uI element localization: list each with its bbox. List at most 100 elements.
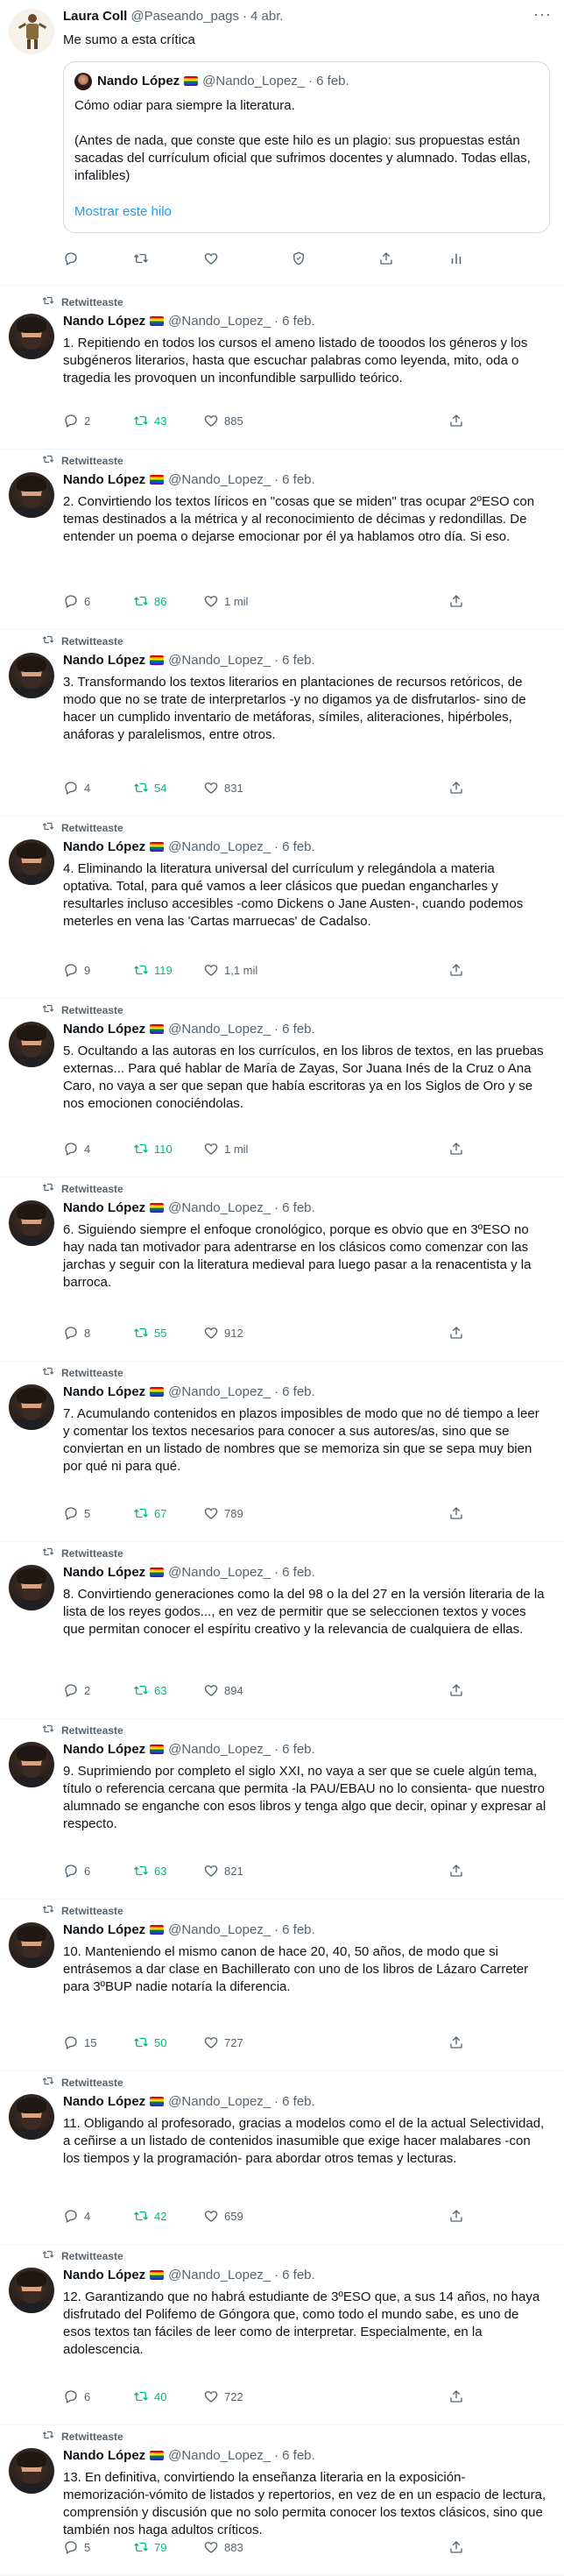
- share-button[interactable]: [448, 2539, 464, 2555]
- author-handle[interactable]: @Nando_Lopez_: [168, 1384, 271, 1399]
- author-name[interactable]: Nando López: [63, 653, 145, 668]
- tweet-date[interactable]: 6 feb.: [282, 653, 315, 668]
- reply-button[interactable]: 8: [63, 1325, 90, 1341]
- share-button[interactable]: [448, 1682, 464, 1698]
- reply-button[interactable]: 4: [63, 1141, 90, 1157]
- author-handle[interactable]: @Nando_Lopez_: [168, 1742, 271, 1757]
- like-button[interactable]: 894: [203, 1682, 243, 1698]
- retweet-button[interactable]: 50: [133, 2035, 166, 2050]
- avatar[interactable]: [9, 1022, 54, 1067]
- author-name[interactable]: Nando López: [63, 314, 145, 329]
- author-name[interactable]: Nando López: [63, 1200, 145, 1215]
- author-name[interactable]: Laura Coll: [63, 9, 127, 24]
- author-handle[interactable]: @Nando_Lopez_: [168, 1565, 271, 1580]
- retweet-button[interactable]: 67: [133, 1505, 166, 1521]
- tweet-date[interactable]: 6 feb.: [282, 1384, 315, 1399]
- retweet-button[interactable]: 110: [133, 1141, 173, 1157]
- retweet-button[interactable]: 63: [133, 1863, 166, 1879]
- reply-button[interactable]: 2: [63, 1682, 90, 1698]
- avatar[interactable]: [9, 2448, 54, 2494]
- avatar[interactable]: [9, 653, 54, 698]
- retweet-button[interactable]: 79: [133, 2539, 166, 2555]
- like-button[interactable]: 831: [203, 780, 243, 796]
- like-button[interactable]: 789: [203, 1505, 243, 1521]
- author-name[interactable]: Nando López: [63, 2094, 145, 2109]
- author-handle[interactable]: @Nando_Lopez_: [168, 314, 271, 329]
- thread-tweet[interactable]: Retwitteaste Nando López @Nando_Lopez_ ·…: [0, 2425, 564, 2576]
- share-button[interactable]: [448, 1141, 464, 1157]
- tweet-date[interactable]: 6 feb.: [282, 1565, 315, 1580]
- reply-button[interactable]: 15: [63, 2035, 96, 2050]
- tweet-date[interactable]: 4 abr.: [250, 9, 284, 24]
- tweet-date[interactable]: 6 feb.: [282, 2094, 315, 2109]
- like-button[interactable]: 659: [203, 2208, 243, 2224]
- thread-tweet[interactable]: Retwitteaste Nando López @Nando_Lopez_ ·…: [0, 1178, 564, 1362]
- share-button[interactable]: [448, 1863, 464, 1879]
- like-button[interactable]: 1 mil: [203, 593, 248, 609]
- thread-tweet[interactable]: Retwitteaste Nando López @Nando_Lopez_ ·…: [0, 1542, 564, 1719]
- tweet-date[interactable]: 6 feb.: [282, 1022, 315, 1037]
- retweet-button[interactable]: 54: [133, 780, 166, 796]
- author-handle[interactable]: @Nando_Lopez_: [168, 653, 271, 668]
- share-button[interactable]: [448, 593, 464, 609]
- author-name[interactable]: Nando López: [63, 1742, 145, 1757]
- author-handle[interactable]: @Nando_Lopez_: [168, 1200, 271, 1215]
- like-button[interactable]: 1 mil: [203, 1141, 248, 1157]
- thread-tweet[interactable]: Retwitteaste Nando López @Nando_Lopez_ ·…: [0, 817, 564, 999]
- reply-button[interactable]: 4: [63, 780, 90, 796]
- like-button[interactable]: 1,1 mil: [203, 962, 257, 978]
- share-button[interactable]: [448, 2035, 464, 2050]
- thread-tweet[interactable]: Retwitteaste Nando López @Nando_Lopez_ ·…: [0, 2245, 564, 2425]
- like-button[interactable]: 727: [203, 2035, 243, 2050]
- like-button[interactable]: 722: [203, 2388, 243, 2404]
- tweet-date[interactable]: 6 feb.: [282, 472, 315, 487]
- avatar[interactable]: [9, 1565, 54, 1610]
- avatar[interactable]: [9, 839, 54, 885]
- tweet-date[interactable]: 6 feb.: [282, 1742, 315, 1757]
- like-button[interactable]: 912: [203, 1325, 243, 1341]
- retweet-button[interactable]: 40: [133, 2388, 166, 2404]
- author-name[interactable]: Nando López: [63, 1022, 145, 1037]
- show-thread-link[interactable]: Mostrar este hilo: [74, 204, 172, 219]
- tweet-date[interactable]: 6 feb.: [282, 2448, 315, 2463]
- author-name[interactable]: Nando López: [63, 1384, 145, 1399]
- author-handle[interactable]: @Nando_Lopez_: [168, 839, 271, 854]
- quoted-tweet[interactable]: Nando López @Nando_Lopez_ · 6 feb. Cómo …: [63, 61, 550, 233]
- tweet-date[interactable]: 6 feb.: [282, 839, 315, 854]
- avatar[interactable]: [9, 1384, 54, 1430]
- thread-tweet[interactable]: Retwitteaste Nando López @Nando_Lopez_ ·…: [0, 1719, 564, 1900]
- author-handle[interactable]: @Nando_Lopez_: [168, 2094, 271, 2109]
- reply-button[interactable]: 6: [63, 593, 90, 609]
- thread-tweet[interactable]: Retwitteaste Nando López @Nando_Lopez_ ·…: [0, 1362, 564, 1542]
- more-options-icon[interactable]: ···: [533, 5, 552, 24]
- avatar[interactable]: [9, 2268, 54, 2313]
- avatar[interactable]: [9, 314, 54, 359]
- avatar[interactable]: [9, 1922, 54, 1968]
- like-button[interactable]: 821: [203, 1863, 243, 1879]
- author-handle[interactable]: @Nando_Lopez_: [168, 1022, 271, 1037]
- main-tweet[interactable]: Laura Coll @Paseando_pags · 4 abr. ··· M…: [0, 0, 564, 286]
- react-button[interactable]: [291, 251, 307, 266]
- avatar[interactable]: [9, 9, 54, 54]
- thread-tweet[interactable]: Retwitteaste Nando López @Nando_Lopez_ ·…: [0, 999, 564, 1178]
- retweet-button[interactable]: 55: [133, 1325, 166, 1341]
- retweet-button[interactable]: 119: [133, 962, 173, 978]
- tweet-date[interactable]: 6 feb.: [282, 314, 315, 329]
- reply-button[interactable]: 5: [63, 1505, 90, 1521]
- share-button[interactable]: [448, 2388, 464, 2404]
- author-name[interactable]: Nando López: [63, 1565, 145, 1580]
- reply-button[interactable]: 4: [63, 2208, 90, 2224]
- retweet-button[interactable]: 43: [133, 413, 166, 428]
- avatar[interactable]: [9, 472, 54, 518]
- retweet-button[interactable]: 86: [133, 593, 166, 609]
- author-name[interactable]: Nando López: [63, 1922, 145, 1937]
- retweet-button[interactable]: [133, 251, 149, 266]
- author-name[interactable]: Nando López: [63, 2268, 145, 2282]
- like-button[interactable]: [203, 251, 219, 266]
- thread-tweet[interactable]: Retwitteaste Nando López @Nando_Lopez_ ·…: [0, 291, 564, 449]
- share-button[interactable]: [448, 780, 464, 796]
- reply-button[interactable]: 6: [63, 1863, 90, 1879]
- share-button[interactable]: [448, 1325, 464, 1341]
- author-name[interactable]: Nando López: [63, 839, 145, 854]
- thread-tweet[interactable]: Retwitteaste Nando López @Nando_Lopez_ ·…: [0, 449, 564, 630]
